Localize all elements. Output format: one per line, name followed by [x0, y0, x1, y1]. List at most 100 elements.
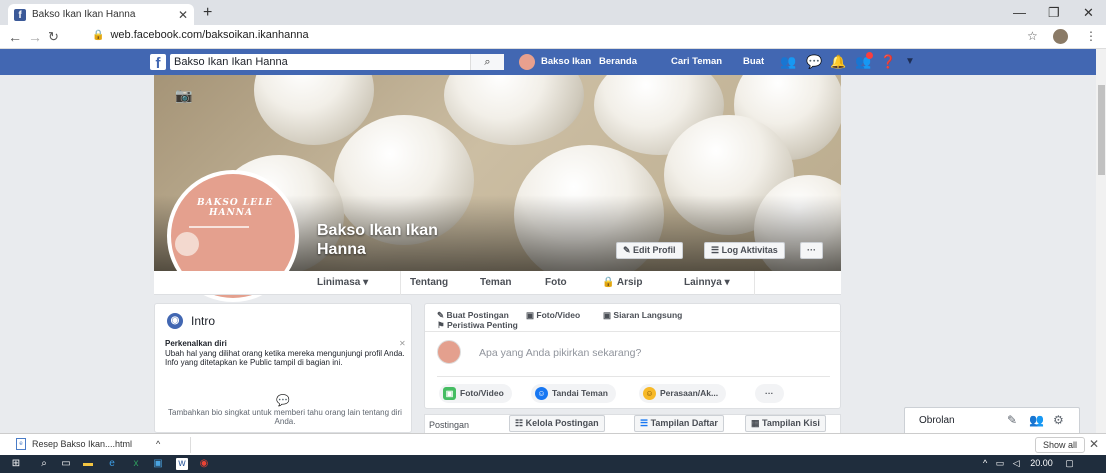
nav-create[interactable]: Buat	[743, 56, 764, 67]
tab-timeline[interactable]: Linimasa ▾	[317, 277, 368, 288]
page-title: Bakso Ikan Ikan Hanna	[317, 221, 438, 259]
tab-more[interactable]: Lainnya ▾	[684, 277, 730, 288]
compose-message-icon[interactable]: ✎	[1007, 413, 1017, 427]
edge-icon[interactable]: e	[106, 458, 118, 470]
nav-find-friends[interactable]: Cari Teman	[671, 56, 722, 67]
tab-archive[interactable]: 🔒 Arsip	[602, 277, 642, 288]
intro-subtitle: Perkenalkan diri	[165, 339, 227, 348]
help-icon[interactable]: ❓	[880, 54, 896, 70]
restore-icon[interactable]: ❐	[1048, 5, 1060, 21]
gear-icon[interactable]: ⚙	[1053, 413, 1064, 427]
facebook-logo-icon[interactable]: f	[150, 54, 166, 72]
minimize-icon[interactable]: —	[1013, 5, 1026, 20]
close-icon[interactable]: ✕	[399, 339, 406, 348]
search-icon[interactable]: ⌕	[38, 458, 50, 470]
close-window-icon[interactable]: ✕	[1083, 5, 1094, 21]
browser-profile-avatar[interactable]	[1053, 29, 1068, 44]
profile-logo-rule	[189, 226, 249, 228]
page-nav: Linimasa ▾ Tentang Teman Foto 🔒 Arsip La…	[154, 271, 841, 295]
photo-icon: ▣	[443, 387, 456, 400]
camera-icon[interactable]: 📷	[175, 87, 192, 104]
browser-menu-icon[interactable]: ⋮	[1085, 29, 1097, 43]
file-icon: e	[16, 438, 26, 450]
nav-divider	[754, 271, 755, 295]
globe-icon: ◉	[167, 313, 183, 329]
composer-input[interactable]: Apa yang Anda pikirkan sekarang?	[479, 347, 641, 359]
close-icon[interactable]: ✕	[1089, 437, 1099, 451]
clock[interactable]: 20.00	[1030, 458, 1053, 468]
photo-video-button[interactable]: ▣ Foto/Video	[439, 384, 512, 403]
browser-tab-strip: f Bakso Ikan Ikan Hanna ✕ + — ❐ ✕	[0, 0, 1106, 25]
battery-icon[interactable]: ▭	[996, 458, 1005, 468]
manage-posts-button[interactable]: ☷ Kelola Postingan	[509, 415, 605, 432]
intro-title: Intro	[191, 314, 216, 328]
flag-icon: ⚑	[437, 320, 447, 330]
file-explorer-icon[interactable]: ▬	[82, 458, 94, 470]
cover-more-button[interactable]: ···	[800, 242, 823, 259]
back-icon[interactable]: ←	[8, 29, 22, 45]
download-bar: e Resep Bakso Ikan....html ^ Show all ✕	[0, 433, 1106, 455]
feeling-activity-button[interactable]: ☺ Perasaan/Ak...	[639, 384, 727, 403]
speech-bubble-icon[interactable]: 💬	[276, 394, 290, 407]
list-view-button[interactable]: ☰ Tampilan Daftar	[634, 415, 724, 432]
nav-home[interactable]: Beranda	[599, 56, 637, 67]
composer-divider	[437, 376, 830, 377]
group-chat-icon[interactable]: 👥	[1029, 413, 1044, 427]
system-tray: ^ ▭ ◁ 20.00 ▢	[983, 458, 1074, 469]
account-menu-chevron-icon[interactable]: ▼	[905, 56, 915, 67]
tab-photo-video[interactable]: ▣ Foto/Video	[526, 310, 580, 321]
show-all-button[interactable]: Show all	[1035, 437, 1086, 453]
task-view-icon[interactable]: ▭	[60, 458, 72, 470]
lock-icon: 🔒	[602, 277, 615, 288]
chevron-up-icon[interactable]: ^	[156, 439, 160, 449]
grid-view-button[interactable]: ▦ Tampilan Kisi	[745, 415, 826, 432]
reload-icon[interactable]: ↻	[48, 29, 59, 45]
chat-bar[interactable]: Obrolan ✎ 👥 ⚙	[904, 407, 1080, 433]
live-video-icon: ▣	[603, 310, 614, 320]
url-text: web.facebook.com/baksoikan.ikanhanna	[110, 29, 309, 41]
tab-live[interactable]: ▣ Siaran Langsung	[603, 310, 682, 321]
friend-requests-icon[interactable]: 👥	[780, 54, 796, 70]
chevron-up-icon[interactable]: ^	[983, 458, 987, 468]
notifications-icon[interactable]: 🔔	[830, 54, 846, 70]
download-item[interactable]: e Resep Bakso Ikan....html ^	[16, 438, 160, 450]
posts-title: Postingan	[429, 420, 470, 430]
search-icon[interactable]: ⌕	[470, 54, 504, 70]
bookmark-star-icon[interactable]: ☆	[1027, 29, 1038, 43]
notification-badge	[866, 52, 873, 59]
notifications-icon[interactable]: ▢	[1065, 458, 1074, 468]
word-icon[interactable]: w	[176, 458, 188, 470]
url-field[interactable]: 🔒 web.facebook.com/baksoikan.ikanhanna	[92, 29, 309, 41]
scrollbar-thumb[interactable]	[1098, 85, 1105, 175]
new-tab-icon[interactable]: +	[203, 4, 212, 22]
tag-friends-button[interactable]: ☺ Tandai Teman	[531, 384, 616, 403]
photos-icon[interactable]: ▣	[152, 458, 164, 470]
browser-tab[interactable]: f Bakso Ikan Ikan Hanna ✕	[8, 4, 194, 25]
forward-icon[interactable]: →	[28, 29, 42, 45]
composer-more-button[interactable]: ···	[755, 384, 784, 403]
edit-profile-button[interactable]: ✎ Edit Profil	[616, 242, 683, 259]
download-filename: Resep Bakso Ikan....html	[32, 439, 133, 449]
tab-friends[interactable]: Teman	[480, 277, 512, 288]
excel-icon[interactable]: x	[130, 458, 142, 470]
chat-title: Obrolan	[919, 415, 955, 426]
intro-description: Ubah hal yang dilihat orang ketika merek…	[165, 349, 405, 367]
tab-about[interactable]: Tentang	[410, 277, 448, 288]
chrome-icon[interactable]: ◉	[198, 458, 210, 470]
tab-life-event[interactable]: ⚑ Peristiwa Penting	[437, 320, 518, 331]
post-composer: ✎ Buat Postingan ▣ Foto/Video ▣ Siaran L…	[424, 303, 842, 409]
close-tab-icon[interactable]: ✕	[178, 8, 188, 22]
avatar[interactable]	[519, 54, 535, 70]
messenger-icon[interactable]: 💬	[806, 54, 822, 70]
volume-icon[interactable]: ◁	[1013, 458, 1020, 468]
windows-start-icon[interactable]: ⊞	[10, 458, 22, 470]
edit-profile-label: Edit Profil	[633, 245, 676, 255]
facebook-favicon-icon: f	[14, 8, 26, 21]
tab-photos[interactable]: Foto	[545, 277, 567, 288]
tab-title: Bakso Ikan Ikan Hanna	[32, 9, 136, 20]
tab-life-event-label: Peristiwa Penting	[446, 320, 518, 330]
facebook-search-input[interactable]: Bakso Ikan Ikan Hanna	[170, 54, 504, 70]
activity-log-button[interactable]: ☰ Log Aktivitas	[704, 242, 785, 259]
bio-prompt[interactable]: Tambahkan bio singkat untuk memberi tahu…	[165, 408, 405, 426]
profile-link[interactable]: Bakso Ikan	[541, 56, 591, 67]
